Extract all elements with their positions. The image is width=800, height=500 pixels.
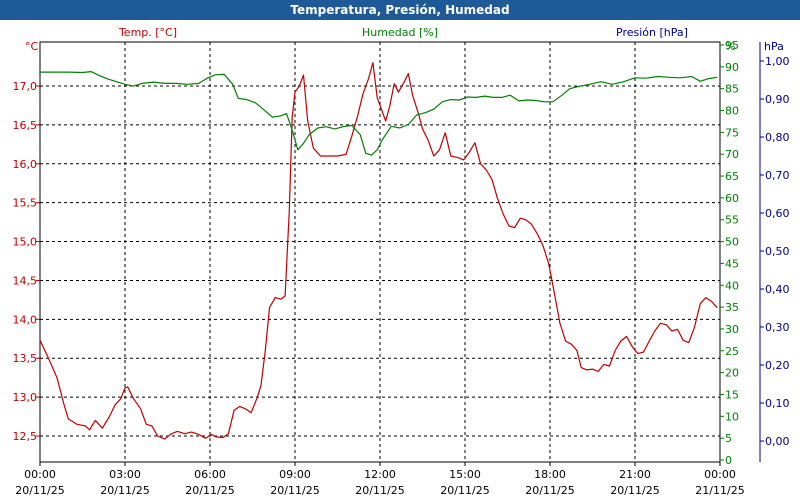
temperature-tick-label: 12,5 [13,430,38,443]
pressure-tick-label: 1,00 [765,55,790,68]
pressure-tick-label: 0,20 [765,359,790,372]
x-tick-date: 20/11/25 [610,484,659,497]
x-tick-date: 20/11/25 [355,484,404,497]
humidity-tick-label: 90 [725,61,739,74]
humidity-tick-label: 30 [725,323,739,336]
humidity-tick-label: 50 [725,236,739,249]
temperature-tick-label: 14,5 [13,274,38,287]
series-lines [39,62,718,440]
temperature-tick-label: 16,5 [13,119,38,132]
x-tick-time: 00:00 [24,468,56,481]
humidity-tick-label: 35 [725,301,739,314]
pressure-tick-label: 0,40 [765,283,790,296]
humidity-tick-label: 70 [725,148,739,161]
x-tick-date: 20/11/25 [525,484,574,497]
humidity-unit: % [725,40,735,53]
chart: 00:00 20/11/25 03:00 20/11/25 06:00 20/11/25 0… [13,26,790,497]
temperature-tick-label: 13,0 [13,391,38,404]
humidity-tick-label: 15 [725,388,739,401]
x-tick-time: 15:00 [449,468,481,481]
temperature-tick-label: 13,5 [13,352,38,365]
humidity-tick-label: 40 [725,279,739,292]
pressure-tick-label: 0,30 [765,321,790,334]
humidity-tick-label: 80 [725,105,739,118]
humidity-tick-label: 75 [725,126,739,139]
x-tick-date: 21/11/25 [695,484,744,497]
pressure-tick-label: 0,70 [765,169,790,182]
pressure-unit: hPa [764,40,784,53]
pressure-tick-label: 0,60 [765,207,790,220]
axis-titles: Temp. [°C] Humedad [%] Presión [hPa] °C … [25,26,784,53]
pressure-axis-title: Presión [hPa] [616,26,688,39]
humidity-tick-label: 65 [725,170,739,183]
humidity-tick-label: 20 [725,367,739,380]
pressure-tick-label: 0,00 [765,435,790,448]
humidity-axis-title: Humedad [%] [362,26,438,39]
humidity-tick-label: 85 [725,83,739,96]
x-tick-time: 18:00 [534,468,566,481]
pressure-tick-label: 0,90 [765,93,790,106]
pressure-tick-label: 0,10 [765,397,790,410]
x-tick-time: 00:00 [704,468,736,481]
pressure-tick-label: 0,50 [765,245,790,258]
humidity-tick-label: 60 [725,192,739,205]
temperature-tick-label: 15,0 [13,236,38,249]
humidity-series-line [40,70,718,156]
temperature-tick-label: 17,0 [13,80,38,93]
x-tick-date: 20/11/25 [15,484,64,497]
humidity-tick-label: 5 [725,432,732,445]
humidity-tick-label: 0 [725,454,732,467]
x-tick-time: 21:00 [619,468,651,481]
axes: 00:00 20/11/25 03:00 20/11/25 06:00 20/11/25 0… [13,39,790,497]
temperature-series-line [39,62,718,440]
temperature-unit: °C [25,40,39,53]
humidity-tick-label: 10 [725,410,739,423]
temperature-tick-label: 14,0 [13,313,38,326]
x-tick-time: 03:00 [109,468,141,481]
pressure-tick-label: 0,80 [765,131,790,144]
x-tick-time: 09:00 [279,468,311,481]
humidity-tick-label: 45 [725,257,739,270]
temperature-tick-label: 16,0 [13,158,38,171]
x-tick-time: 06:00 [194,468,226,481]
temperature-axis-title: Temp. [°C] [118,26,177,39]
x-tick-date: 20/11/25 [440,484,489,497]
x-tick-time: 12:00 [364,468,396,481]
window-title: Temperatura, Presión, Humedad [0,0,800,20]
x-tick-date: 20/11/25 [100,484,149,497]
humidity-tick-label: 25 [725,345,739,358]
x-tick-date: 20/11/25 [270,484,319,497]
temperature-tick-label: 15,5 [13,197,38,210]
humidity-tick-label: 55 [725,214,739,227]
x-tick-date: 20/11/25 [185,484,234,497]
